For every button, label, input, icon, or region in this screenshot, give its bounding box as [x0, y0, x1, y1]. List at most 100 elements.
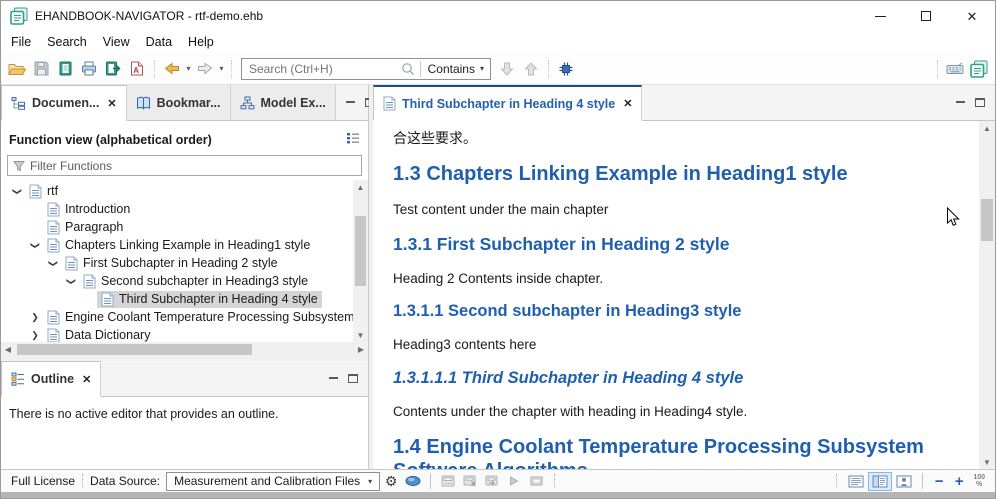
zoom-in-button[interactable]: +	[949, 473, 969, 490]
tab-outline[interactable]: Outline ✕	[1, 361, 101, 397]
measurement-remove-button[interactable]	[459, 472, 481, 491]
chevron-collapsed-icon[interactable]: ❯	[27, 330, 43, 341]
tree-item[interactable]: Paragraph	[1, 218, 353, 236]
about-ehandbook-button[interactable]	[967, 57, 991, 81]
function-view-title: Function view (alphabetical order)	[9, 133, 212, 147]
search-next-button[interactable]	[495, 57, 519, 81]
tree-item[interactable]: Third Subchapter in Heading 4 style	[1, 290, 353, 308]
navigate-back-button[interactable]	[160, 57, 184, 81]
up-arrow-icon	[525, 62, 537, 76]
filter-functions-input[interactable]	[30, 159, 356, 173]
zoom-level-value: 100	[973, 474, 985, 481]
configure-search-button[interactable]	[554, 57, 578, 81]
print-button[interactable]	[77, 57, 101, 81]
document-icon	[47, 220, 60, 235]
scroll-down-icon[interactable]: ▼	[357, 328, 365, 342]
menu-bar: FileSearchViewDataHelp	[1, 31, 995, 53]
search-icon	[401, 62, 415, 76]
filter-funnel-icon	[13, 160, 25, 172]
user-view-button[interactable]	[892, 472, 916, 491]
minimize-panel-button[interactable]	[329, 377, 338, 380]
maximize-panel-button[interactable]	[975, 98, 985, 107]
chevron-expanded-icon[interactable]: ❯	[30, 237, 41, 253]
tab-bookmar-[interactable]: Bookmar...	[127, 85, 231, 120]
start-measurement-button[interactable]	[503, 472, 525, 491]
scroll-down-icon[interactable]: ▼	[983, 455, 991, 469]
menu-view[interactable]: View	[95, 33, 138, 51]
open-file-button[interactable]	[5, 57, 29, 81]
model-explorer-icon	[240, 96, 255, 110]
chevron-collapsed-icon[interactable]: ❯	[27, 312, 43, 323]
data-source-settings-button[interactable]: ⚙	[380, 472, 402, 491]
forward-arrow-icon	[197, 62, 213, 75]
tree-item[interactable]: ❯ First Subchapter in Heading 2 style	[1, 254, 353, 272]
tab-model-ex-[interactable]: Model Ex...	[231, 85, 336, 120]
tab-documen-[interactable]: Documen... ✕	[1, 85, 127, 121]
close-tab-icon[interactable]: ✕	[107, 97, 116, 110]
menu-data[interactable]: Data	[138, 33, 180, 51]
search-previous-button[interactable]	[519, 57, 543, 81]
tree-item-label: First Subchapter in Heading 2 style	[83, 256, 278, 270]
menu-file[interactable]: File	[3, 33, 39, 51]
back-history-dropdown[interactable]: ▾	[184, 64, 193, 73]
measurement-add-button[interactable]	[437, 472, 459, 491]
tree-item[interactable]: ❯ Chapters Linking Example in Heading1 s…	[1, 236, 353, 254]
window-maximize-button[interactable]	[903, 1, 949, 31]
minimize-panel-button[interactable]	[346, 101, 355, 104]
window-minimize-button[interactable]	[857, 1, 903, 31]
export-pdf-button[interactable]: A	[125, 57, 149, 81]
tree-horizontal-scrollbar[interactable]: ◀ ▶	[1, 342, 368, 357]
menu-search[interactable]: Search	[39, 33, 95, 51]
export-handbook-button[interactable]	[101, 57, 125, 81]
close-tab-icon[interactable]: ✕	[623, 97, 632, 110]
tree-item[interactable]: ❯ rtf	[1, 182, 353, 200]
single-view-button[interactable]	[844, 472, 868, 491]
forward-history-dropdown[interactable]: ▾	[217, 64, 226, 73]
navigate-forward-button[interactable]	[193, 57, 217, 81]
close-tab-icon[interactable]: ✕	[82, 373, 91, 386]
maximize-panel-button[interactable]	[348, 374, 358, 383]
tree-item-label: Engine Coolant Temperature Processing Su…	[65, 310, 353, 324]
data-source-label: Data Source:	[90, 474, 160, 488]
view-menu-icon[interactable]	[346, 131, 360, 149]
tree-item[interactable]: ❯ Second subchapter in Heading3 style	[1, 272, 353, 290]
chevron-expanded-icon[interactable]: ❯	[66, 273, 77, 289]
scroll-up-icon[interactable]: ▲	[357, 180, 365, 194]
tree-item-label: Data Dictionary	[65, 328, 150, 342]
tab-label: Documen...	[32, 96, 99, 110]
menu-help[interactable]: Help	[180, 33, 222, 51]
tree-vertical-scrollbar[interactable]: ▲ ▼	[353, 180, 368, 342]
editor-vertical-scrollbar[interactable]: ▲ ▼	[979, 121, 995, 469]
data-source-connect-button[interactable]	[402, 472, 424, 491]
window-close-button[interactable]: ✕	[949, 1, 995, 31]
document-icon	[383, 96, 396, 111]
tree-item[interactable]: ❯ Data Dictionary	[1, 326, 353, 342]
separator	[922, 473, 923, 489]
split-view-button[interactable]	[868, 472, 892, 491]
document-icon	[83, 274, 96, 289]
chevron-expanded-icon[interactable]: ❯	[48, 255, 59, 271]
chip-filter-icon	[558, 61, 574, 77]
keyboard-shortcuts-button[interactable]	[943, 57, 967, 81]
zoom-out-button[interactable]: −	[929, 473, 949, 490]
search-input[interactable]	[249, 62, 401, 76]
tree-item[interactable]: ❯ Engine Coolant Temperature Processing …	[1, 308, 353, 326]
printer-icon	[81, 61, 97, 76]
display-mode-button[interactable]	[525, 472, 547, 491]
content-paragraph: 合这些要求。	[393, 129, 965, 147]
save-button[interactable]	[29, 57, 53, 81]
handbook-icon	[58, 61, 73, 76]
minimize-panel-button[interactable]	[956, 101, 965, 104]
content-paragraph: Test content under the main chapter	[393, 201, 965, 219]
app-logo-icon	[970, 60, 988, 78]
data-source-dropdown[interactable]: Measurement and Calibration Files ▾	[166, 472, 380, 491]
search-mode-dropdown[interactable]: Contains ▾	[426, 62, 486, 76]
open-handbook-button[interactable]	[53, 57, 77, 81]
scroll-up-icon[interactable]: ▲	[983, 121, 991, 135]
chevron-expanded-icon[interactable]: ❯	[12, 183, 23, 199]
tab-editor-document[interactable]: Third Subchapter in Heading 4 style ✕	[373, 85, 642, 121]
tree-item[interactable]: Introduction	[1, 200, 353, 218]
scroll-right-icon[interactable]: ▶	[354, 345, 368, 354]
measurement-config-button[interactable]	[481, 472, 503, 491]
scroll-left-icon[interactable]: ◀	[1, 345, 15, 354]
